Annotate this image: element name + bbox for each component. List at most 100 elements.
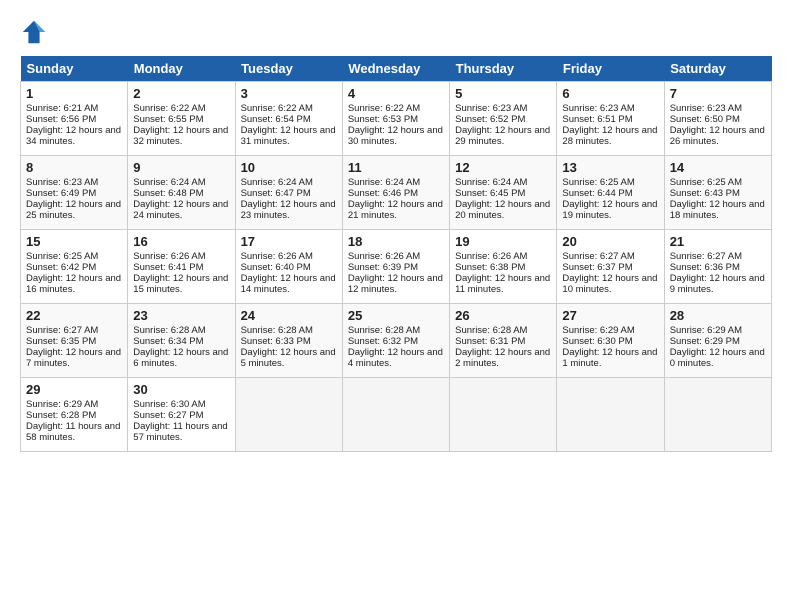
sunset: Sunset: 6:40 PM <box>241 262 311 273</box>
day-cell: 4Sunrise: 6:22 AMSunset: 6:53 PMDaylight… <box>342 82 449 156</box>
sunrise: Sunrise: 6:23 AM <box>670 103 742 114</box>
day-cell <box>235 378 342 452</box>
day-number: 4 <box>348 86 444 101</box>
sunrise: Sunrise: 6:27 AM <box>562 251 634 262</box>
day-number: 13 <box>562 160 658 175</box>
daylight: Daylight: 12 hours and 31 minutes. <box>241 125 336 147</box>
sunrise: Sunrise: 6:21 AM <box>26 103 98 114</box>
day-number: 2 <box>133 86 229 101</box>
sunrise: Sunrise: 6:29 AM <box>670 325 742 336</box>
daylight: Daylight: 12 hours and 21 minutes. <box>348 199 443 221</box>
day-cell: 21Sunrise: 6:27 AMSunset: 6:36 PMDayligh… <box>664 230 771 304</box>
col-header-wednesday: Wednesday <box>342 56 449 82</box>
sunset: Sunset: 6:32 PM <box>348 336 418 347</box>
day-cell: 6Sunrise: 6:23 AMSunset: 6:51 PMDaylight… <box>557 82 664 156</box>
sunrise: Sunrise: 6:27 AM <box>26 325 98 336</box>
sunset: Sunset: 6:53 PM <box>348 114 418 125</box>
sunset: Sunset: 6:46 PM <box>348 188 418 199</box>
sunrise: Sunrise: 6:25 AM <box>26 251 98 262</box>
sunrise: Sunrise: 6:22 AM <box>241 103 313 114</box>
daylight: Daylight: 11 hours and 58 minutes. <box>26 421 120 443</box>
day-number: 12 <box>455 160 551 175</box>
sunset: Sunset: 6:27 PM <box>133 410 203 421</box>
sunset: Sunset: 6:43 PM <box>670 188 740 199</box>
day-cell: 24Sunrise: 6:28 AMSunset: 6:33 PMDayligh… <box>235 304 342 378</box>
day-cell: 26Sunrise: 6:28 AMSunset: 6:31 PMDayligh… <box>450 304 557 378</box>
day-number: 1 <box>26 86 122 101</box>
day-cell: 23Sunrise: 6:28 AMSunset: 6:34 PMDayligh… <box>128 304 235 378</box>
day-number: 19 <box>455 234 551 249</box>
day-number: 3 <box>241 86 337 101</box>
day-number: 5 <box>455 86 551 101</box>
week-row-2: 8Sunrise: 6:23 AMSunset: 6:49 PMDaylight… <box>21 156 772 230</box>
day-cell <box>342 378 449 452</box>
daylight: Daylight: 12 hours and 15 minutes. <box>133 273 228 295</box>
sunrise: Sunrise: 6:26 AM <box>133 251 205 262</box>
header-row: SundayMondayTuesdayWednesdayThursdayFrid… <box>21 56 772 82</box>
sunrise: Sunrise: 6:29 AM <box>26 399 98 410</box>
daylight: Daylight: 12 hours and 26 minutes. <box>670 125 765 147</box>
day-cell: 27Sunrise: 6:29 AMSunset: 6:30 PMDayligh… <box>557 304 664 378</box>
day-cell: 13Sunrise: 6:25 AMSunset: 6:44 PMDayligh… <box>557 156 664 230</box>
sunrise: Sunrise: 6:25 AM <box>562 177 634 188</box>
daylight: Daylight: 12 hours and 25 minutes. <box>26 199 121 221</box>
day-number: 8 <box>26 160 122 175</box>
day-cell: 10Sunrise: 6:24 AMSunset: 6:47 PMDayligh… <box>235 156 342 230</box>
sunset: Sunset: 6:31 PM <box>455 336 525 347</box>
sunset: Sunset: 6:56 PM <box>26 114 96 125</box>
daylight: Daylight: 12 hours and 32 minutes. <box>133 125 228 147</box>
day-number: 25 <box>348 308 444 323</box>
page: SundayMondayTuesdayWednesdayThursdayFrid… <box>0 0 792 462</box>
sunrise: Sunrise: 6:24 AM <box>348 177 420 188</box>
sunset: Sunset: 6:45 PM <box>455 188 525 199</box>
daylight: Daylight: 12 hours and 9 minutes. <box>670 273 765 295</box>
sunrise: Sunrise: 6:23 AM <box>26 177 98 188</box>
day-cell: 19 Sunrise: 6:26 AMSunset: 6:38 PMDayligh… <box>450 230 557 304</box>
day-cell: 9Sunrise: 6:24 AMSunset: 6:48 PMDaylight… <box>128 156 235 230</box>
day-cell: 25Sunrise: 6:28 AMSunset: 6:32 PMDayligh… <box>342 304 449 378</box>
day-number: 29 <box>26 382 122 397</box>
sunset: Sunset: 6:37 PM <box>562 262 632 273</box>
sunset: Sunset: 6:47 PM <box>241 188 311 199</box>
day-cell: 8Sunrise: 6:23 AMSunset: 6:49 PMDaylight… <box>21 156 128 230</box>
sunrise: Sunrise: 6:30 AM <box>133 399 205 410</box>
sunset: Sunset: 6:41 PM <box>133 262 203 273</box>
day-number: 21 <box>670 234 766 249</box>
day-cell: 15Sunrise: 6:25 AMSunset: 6:42 PMDayligh… <box>21 230 128 304</box>
sunset: Sunset: 6:34 PM <box>133 336 203 347</box>
daylight: Daylight: 12 hours and 16 minutes. <box>26 273 121 295</box>
daylight: Daylight: 12 hours and 1 minute. <box>562 347 657 369</box>
sunset: Sunset: 6:36 PM <box>670 262 740 273</box>
sunrise: Sunrise: 6:26 AM <box>455 251 527 262</box>
sunset: Sunset: 6:29 PM <box>670 336 740 347</box>
daylight: Daylight: 12 hours and 14 minutes. <box>241 273 336 295</box>
logo <box>20 18 50 46</box>
sunrise: Sunrise: 6:22 AM <box>348 103 420 114</box>
day-cell: 22Sunrise: 6:27 AMSunset: 6:35 PMDayligh… <box>21 304 128 378</box>
sunrise: Sunrise: 6:22 AM <box>133 103 205 114</box>
day-cell <box>557 378 664 452</box>
day-cell: 30Sunrise: 6:30 AMSunset: 6:27 PMDayligh… <box>128 378 235 452</box>
col-header-sunday: Sunday <box>21 56 128 82</box>
day-cell: 12Sunrise: 6:24 AMSunset: 6:45 PMDayligh… <box>450 156 557 230</box>
day-number: 15 <box>26 234 122 249</box>
logo-icon <box>20 18 48 46</box>
day-cell: 17Sunrise: 6:26 AMSunset: 6:40 PMDayligh… <box>235 230 342 304</box>
sunset: Sunset: 6:35 PM <box>26 336 96 347</box>
day-number: 20 <box>562 234 658 249</box>
sunset: Sunset: 6:48 PM <box>133 188 203 199</box>
sunset: Sunset: 6:38 PM <box>455 262 525 273</box>
day-cell: 3Sunrise: 6:22 AMSunset: 6:54 PMDaylight… <box>235 82 342 156</box>
col-header-thursday: Thursday <box>450 56 557 82</box>
sunset: Sunset: 6:33 PM <box>241 336 311 347</box>
day-cell: 14Sunrise: 6:25 AMSunset: 6:43 PMDayligh… <box>664 156 771 230</box>
day-number: 30 <box>133 382 229 397</box>
daylight: Daylight: 12 hours and 11 minutes. <box>455 273 550 295</box>
day-cell: 20Sunrise: 6:27 AMSunset: 6:37 PMDayligh… <box>557 230 664 304</box>
day-number: 14 <box>670 160 766 175</box>
daylight: Daylight: 12 hours and 34 minutes. <box>26 125 121 147</box>
sunrise: Sunrise: 6:23 AM <box>562 103 634 114</box>
sunset: Sunset: 6:52 PM <box>455 114 525 125</box>
day-cell: 7Sunrise: 6:23 AMSunset: 6:50 PMDaylight… <box>664 82 771 156</box>
col-header-monday: Monday <box>128 56 235 82</box>
